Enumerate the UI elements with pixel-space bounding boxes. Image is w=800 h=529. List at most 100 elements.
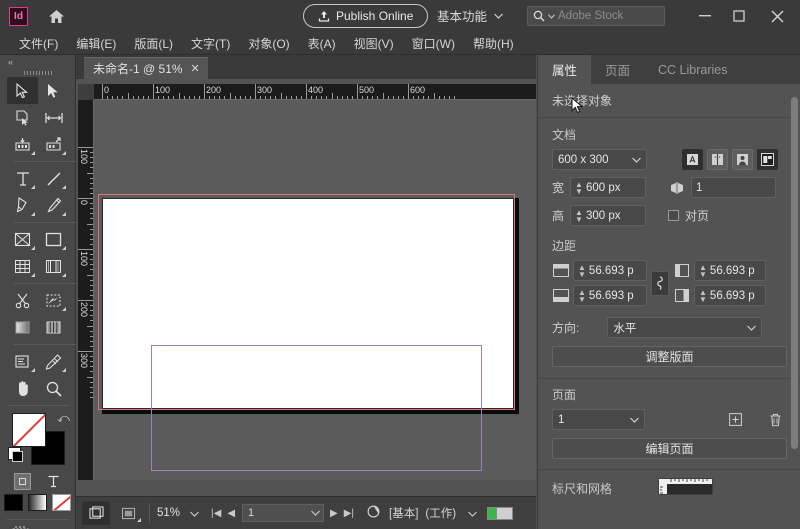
tab-properties[interactable]: 属性 [538,55,592,84]
minimize-button[interactable] [688,0,722,32]
apply-gradient-button[interactable] [28,494,47,511]
height-field[interactable]: ▲ ▼ 300 px [570,205,647,226]
margin-top-field[interactable]: ▲ ▼ 56.693 p [573,260,647,281]
menu-item-edit[interactable]: 编辑(E) [67,35,125,52]
first-page-button[interactable]: |◀ [199,508,224,519]
edit-pages-button[interactable]: 编辑页面 [552,438,787,459]
gradient-swatch-tool[interactable] [38,287,69,314]
adobe-stock-search[interactable]: Adobe Stock [527,6,665,26]
facing-pages-checkbox[interactable] [668,210,680,221]
document-tab-close-icon[interactable]: ✕ [191,62,200,75]
ruler-origin-corner[interactable] [78,84,94,100]
height-stepper[interactable]: ▲ ▼ [575,208,586,223]
margin-left-stepper[interactable]: ▲ ▼ [699,263,710,278]
pencil-tool[interactable] [38,192,69,219]
ruler-minor-tick-h [392,96,394,99]
tab-cc-libraries[interactable]: CC Libraries [644,55,741,84]
menu-item-type[interactable]: 文字(T) [182,35,239,52]
next-page-button[interactable]: ▶ [324,508,341,519]
direct-selection-tool[interactable] [38,77,69,104]
adjust-layout-button[interactable]: 调整版面 [552,346,787,367]
default-fill-stroke-icon[interactable] [8,447,23,462]
tab-pages[interactable]: 页面 [591,55,644,84]
width-stepper[interactable]: ▲ ▼ [575,180,586,195]
line-tool[interactable] [38,165,69,192]
current-page-select[interactable]: 1 [552,409,645,430]
type-tool[interactable] [7,165,38,192]
page-number-field[interactable]: 1 [242,504,325,522]
add-page-button[interactable] [727,411,744,428]
menu-item-view[interactable]: 视图(V) [345,35,403,52]
zoom-level-value[interactable]: 51% [157,507,180,519]
format-text-button[interactable] [45,473,62,490]
workgroup-label[interactable]: (工作) [418,505,456,521]
screen-mode-icon[interactable] [12,525,32,529]
link-margins-toggle[interactable] [651,270,669,296]
menu-item-object[interactable]: 对象(O) [239,35,298,52]
content-collector-tool[interactable] [7,131,38,158]
prev-page-button[interactable]: ◀ [224,508,238,519]
toolbar-collapse-button[interactable]: « [0,55,75,69]
width-field[interactable]: ▲ ▼ 600 px [570,177,647,198]
maximize-button[interactable] [722,0,756,32]
scissors-tool[interactable] [7,287,38,314]
last-page-button[interactable]: ▶| [341,508,357,519]
swap-fill-stroke-icon[interactable]: ⤺ [57,411,70,426]
menu-item-table[interactable]: 表(A) [299,35,345,52]
page-preset-letter-button[interactable] [682,149,703,170]
page-size-preset-select[interactable]: 600 x 300 [552,149,647,170]
publish-online-button[interactable]: Publish Online [303,4,429,28]
delete-page-button[interactable] [767,411,784,428]
preflight-dropdown-icon[interactable] [456,506,478,520]
page-preset-landscape-button[interactable] [757,149,778,170]
margin-bottom-stepper[interactable]: ▲ ▼ [578,288,589,303]
gap-tool[interactable] [38,104,69,131]
margin-bottom-field[interactable]: ▲ ▼ 56.693 p [573,285,647,306]
home-icon[interactable] [46,6,66,26]
zoom-tool[interactable] [38,375,69,402]
status-preview-mode-button[interactable] [114,501,142,525]
color-theme-tool[interactable] [38,314,69,341]
format-container-button[interactable] [13,473,31,490]
page-preset-portrait-button[interactable] [732,149,753,170]
document-tab[interactable]: 未命名-1 @ 51% ✕ [84,57,208,79]
menu-item-window[interactable]: 窗口(W) [403,35,464,52]
margin-right-stepper[interactable]: ▲ ▼ [699,288,710,303]
gradient-feather-tool[interactable] [38,253,69,280]
apply-none-button[interactable] [52,494,71,511]
orientation-select[interactable]: 水平 [607,317,763,338]
rectangle-tool[interactable] [38,226,69,253]
document-page[interactable] [102,198,514,471]
zoom-dropdown-icon[interactable] [180,506,199,520]
menu-item-layout[interactable]: 版面(L) [125,35,182,52]
page-tool[interactable] [7,104,38,131]
margin-right-field[interactable]: ▲ ▼ 56.693 p [694,285,766,306]
content-placer-tool[interactable] [38,131,69,158]
workspace-switcher[interactable]: 基本功能 [437,6,503,25]
document-canvas[interactable] [94,100,536,480]
note-tool[interactable] [7,314,38,341]
selection-tool[interactable] [7,77,38,104]
margin-left-field[interactable]: ▲ ▼ 56.693 p [694,260,766,281]
frame-tool[interactable] [7,226,38,253]
fill-swatch[interactable] [12,413,46,447]
pages-count-field[interactable]: 1 [691,177,777,198]
pen-tool[interactable] [7,192,38,219]
free-transform-tool[interactable] [7,253,38,280]
rulers-grids-icon[interactable] [658,478,713,498]
margin-top-stepper[interactable]: ▲ ▼ [578,263,589,278]
close-button[interactable] [756,0,798,32]
panel-scrollbar[interactable] [791,87,798,521]
apply-color-button[interactable] [4,494,23,511]
preflight-profile-label[interactable]: [基本] [380,505,418,521]
horizontal-ruler[interactable]: 0 100 200 300 400 500 600 [94,84,536,100]
page-preset-facing-button[interactable] [707,149,728,170]
vertical-ruler[interactable]: 100 0 100 200 300 [78,100,94,480]
menu-item-help[interactable]: 帮助(H) [464,35,523,52]
status-normal-mode-button[interactable] [82,501,110,525]
hand-tool[interactable] [7,375,38,402]
toolbar-drag-handle[interactable] [0,69,75,77]
measure-tool[interactable] [38,348,69,375]
eyedropper-tool[interactable] [7,348,38,375]
menu-item-file[interactable]: 文件(F) [10,35,67,52]
